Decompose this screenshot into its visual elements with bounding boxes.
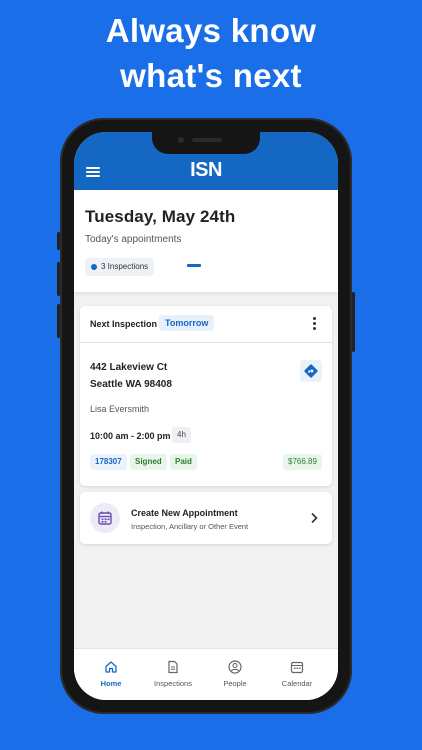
calendar-icon: [290, 661, 304, 674]
tab-home[interactable]: Home: [78, 649, 144, 700]
amount-badge: $766.89: [283, 454, 322, 470]
appointment-time: 10:00 am - 2:00 pm: [90, 431, 171, 441]
create-appointment-subtitle: Inspection, Ancillary or Other Event: [131, 522, 249, 531]
phone-volume-down: [57, 304, 60, 338]
next-inspection-card[interactable]: Next Inspection Tomorrow 442 Lakeview Ct…: [80, 306, 332, 486]
create-appointment-card[interactable]: Create New Appointment Inspection, Ancil…: [80, 492, 332, 544]
calendar-icon: [98, 511, 112, 525]
duration-badge: 4h: [172, 427, 191, 443]
inspections-count-label: 3 Inspections: [101, 262, 149, 271]
app-logo: ISN: [190, 159, 222, 181]
page-title: Tuesday, May 24th: [85, 207, 236, 226]
tab-inspections[interactable]: Inspections: [140, 649, 206, 700]
phone-silent-switch: [57, 232, 60, 250]
create-appointment-title: Create New Appointment: [131, 508, 238, 518]
next-inspection-label: Next Inspection: [90, 319, 158, 329]
client-name: Lisa Eversmith: [90, 404, 150, 414]
tab-calendar-label: Calendar: [281, 679, 313, 688]
paid-badge: Paid: [170, 454, 197, 470]
address-line-1: 442 Lakeview Ct: [90, 362, 168, 373]
marketing-headline: Always know what's next: [0, 8, 422, 98]
phone-volume-up: [57, 262, 60, 296]
card-header: Next Inspection Tomorrow: [80, 306, 332, 343]
page-indicator: [187, 264, 201, 267]
tab-home-label: Home: [100, 679, 122, 688]
tab-calendar[interactable]: Calendar: [264, 649, 330, 700]
phone-screen: ISN Tuesday, May 24th Today's appointmen…: [74, 132, 338, 700]
phone-power-button: [352, 292, 355, 352]
address-line-2: Seattle WA 98408: [90, 379, 172, 390]
inspections-count-chip[interactable]: 3 Inspections: [85, 258, 155, 276]
tab-people-label: People: [223, 679, 247, 688]
create-appointment-icon-wrap: [90, 503, 120, 533]
document-icon: [168, 660, 178, 674]
dot-icon: [91, 264, 97, 270]
more-options-icon[interactable]: [310, 316, 318, 332]
today-panel: Tuesday, May 24th Today's appointments 3…: [74, 190, 338, 292]
signed-badge: Signed: [130, 454, 167, 470]
headline-line-2: what's next: [120, 57, 302, 94]
headline-line-1: Always know: [105, 12, 317, 49]
today-subtitle: Today's appointments: [85, 234, 182, 245]
tab-people[interactable]: People: [202, 649, 268, 700]
when-badge: Tomorrow: [159, 315, 215, 331]
chevron-right-icon: [311, 512, 318, 524]
person-icon: [228, 660, 242, 674]
inspection-id-badge: 178307: [90, 454, 127, 470]
directions-icon: [304, 364, 318, 378]
phone-notch: [152, 132, 260, 154]
tab-inspections-label: Inspections: [154, 679, 192, 688]
directions-button[interactable]: [300, 360, 322, 382]
home-icon: [105, 661, 117, 673]
bottom-tab-bar: Home Inspections People Calendar: [74, 648, 338, 700]
